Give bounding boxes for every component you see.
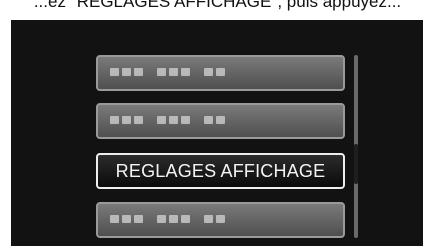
blurred-label <box>110 68 225 78</box>
scrollbar-thumb[interactable] <box>354 144 358 184</box>
menu-item-2[interactable] <box>96 103 345 139</box>
blurred-label <box>110 215 225 225</box>
menu-item-label: REGLAGES AFFICHAGE <box>115 160 326 181</box>
blurred-label <box>110 116 225 126</box>
menu-item-display-settings[interactable]: REGLAGES AFFICHAGE <box>96 153 345 189</box>
menu-item-4[interactable] <box>96 202 345 238</box>
instruction-caption: ...ez "REGLAGES AFFICHAGE", puis appuyez… <box>33 0 402 11</box>
menu-item-1[interactable] <box>96 55 345 91</box>
scrollbar[interactable] <box>354 55 358 238</box>
camera-menu-screen: REGLAGES AFFICHAGE <box>11 20 423 246</box>
